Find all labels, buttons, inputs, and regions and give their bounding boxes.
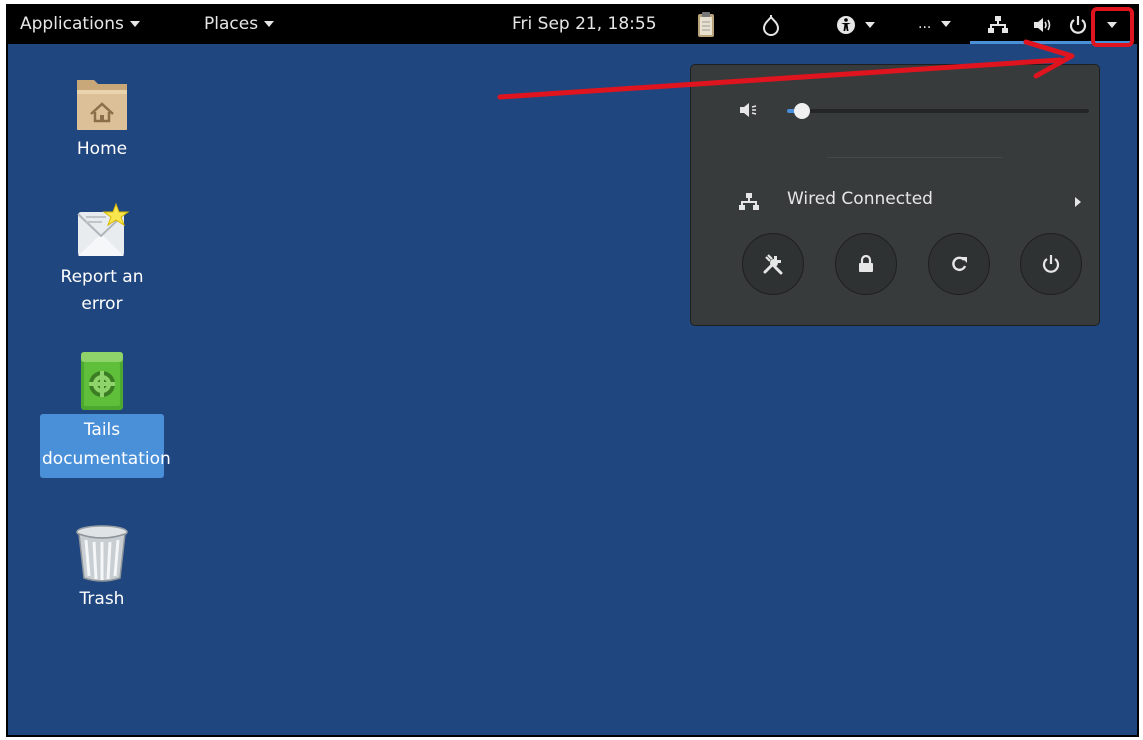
annotation-overlay: [497, 7, 1134, 100]
annotation-highlight-box: [1091, 7, 1134, 47]
annotation-arrow: [497, 57, 1063, 100]
